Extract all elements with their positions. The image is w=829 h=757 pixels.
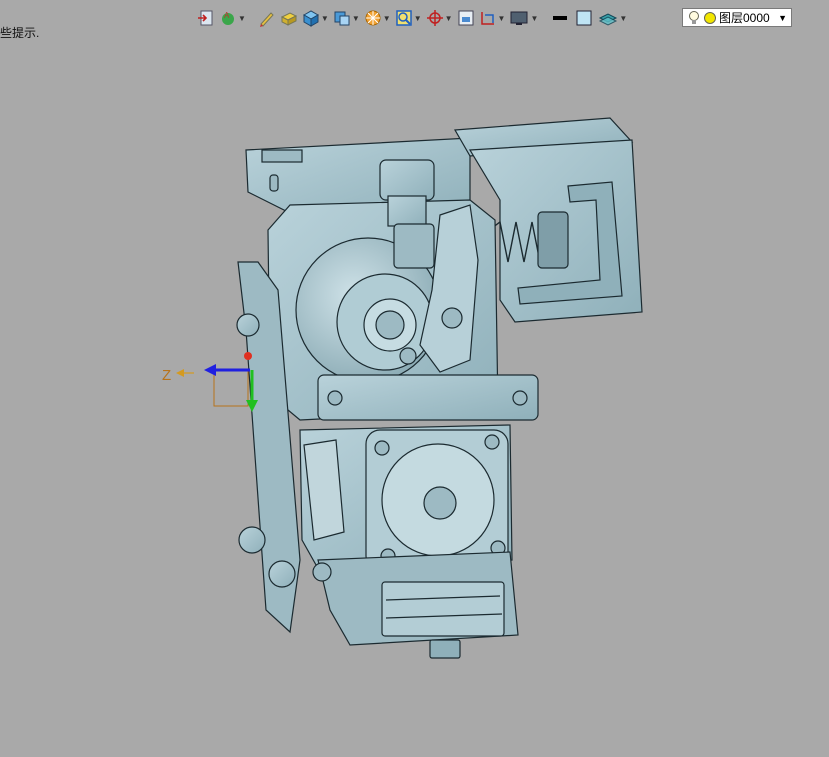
- top-slot: [269, 174, 279, 192]
- sketch-button[interactable]: [257, 7, 277, 29]
- idler-hole: [441, 307, 463, 329]
- orient-view-button[interactable]: ▼: [425, 7, 454, 29]
- bowden-fitting: [379, 159, 435, 201]
- layer-selector[interactable]: 图层0000 ▼: [682, 8, 792, 27]
- extrude-icon: [280, 12, 298, 26]
- orient-view-icon: [426, 10, 443, 26]
- chevron-down-icon[interactable]: ▼: [778, 13, 787, 23]
- pivot-hole: [312, 562, 332, 582]
- mount-boss: [238, 526, 266, 554]
- triad-box: [213, 369, 249, 407]
- layer-color-icon: [704, 11, 716, 24]
- chevron-down-icon[interactable]: ▼: [619, 14, 627, 23]
- chevron-down-icon[interactable]: ▼: [445, 14, 453, 23]
- chevron-down-icon[interactable]: ▼: [530, 14, 538, 23]
- mount-boss: [236, 313, 260, 337]
- import-button[interactable]: [196, 7, 216, 29]
- screen-button[interactable]: ▼: [508, 7, 539, 29]
- mount-boss: [268, 560, 296, 588]
- fill-color-icon: [576, 10, 592, 26]
- chevron-down-icon[interactable]: ▼: [321, 14, 329, 23]
- sketch-pen-icon: [259, 12, 274, 27]
- top-slot: [261, 149, 303, 163]
- screen-icon: [510, 11, 528, 25]
- layer-stack-icon: [599, 13, 618, 26]
- bowden-tube: [393, 223, 435, 269]
- extrude-button[interactable]: [279, 7, 299, 29]
- measure-icon: [458, 10, 474, 26]
- coordinate-triad: Z: [162, 352, 258, 412]
- assembly-icon: A: [222, 11, 234, 25]
- z-axis-label: Z: [162, 367, 171, 384]
- status-hint: 些提示.: [0, 26, 40, 40]
- nozzle: [429, 639, 461, 659]
- chevron-down-icon[interactable]: ▼: [238, 14, 246, 23]
- knurled-knob: [537, 211, 569, 269]
- triad-origin: [244, 352, 252, 360]
- model-viewport[interactable]: Z: [0, 0, 829, 757]
- solid-cube-icon: [302, 10, 319, 27]
- z-axis-arrow: [204, 364, 216, 376]
- zoom-fit-button[interactable]: ▼: [394, 7, 423, 29]
- dimension-button[interactable]: ▼: [478, 7, 507, 29]
- bowden-nut: [387, 195, 427, 227]
- display-style-button[interactable]: ▼: [332, 7, 361, 29]
- extruder-model[interactable]: [236, 117, 643, 659]
- screw-hole: [399, 347, 417, 365]
- fill-color-button[interactable]: [573, 7, 595, 29]
- clamp-hole: [327, 390, 343, 406]
- dimension-icon: [480, 12, 494, 25]
- lightbulb-icon: [689, 10, 699, 24]
- solid-button[interactable]: ▼: [301, 7, 330, 29]
- heater-block: [381, 581, 505, 637]
- fan-hub: [423, 486, 457, 520]
- display-style-icon: [334, 11, 350, 26]
- assembly-button[interactable]: A ▼: [218, 7, 247, 29]
- drive-gear-center: [375, 310, 405, 340]
- z-direction-head: [176, 369, 184, 377]
- measure-button[interactable]: [456, 7, 476, 29]
- import-icon: [198, 10, 213, 26]
- chevron-down-icon[interactable]: ▼: [414, 14, 422, 23]
- zoom-fit-icon: [395, 10, 412, 26]
- clamp-bracket: [317, 374, 539, 421]
- line-color-icon: [553, 16, 568, 20]
- layer-stack-button[interactable]: ▼: [597, 7, 628, 29]
- layer-selector-value: 图层0000: [719, 11, 770, 25]
- chevron-down-icon[interactable]: ▼: [383, 14, 391, 23]
- chevron-down-icon[interactable]: ▼: [352, 14, 360, 23]
- svg-text:A: A: [224, 11, 230, 20]
- chevron-down-icon[interactable]: ▼: [498, 14, 506, 23]
- section-view-button[interactable]: ▼: [363, 7, 392, 29]
- clamp-hole: [512, 390, 528, 406]
- line-color-button[interactable]: [549, 7, 571, 29]
- section-view-icon: [365, 10, 381, 26]
